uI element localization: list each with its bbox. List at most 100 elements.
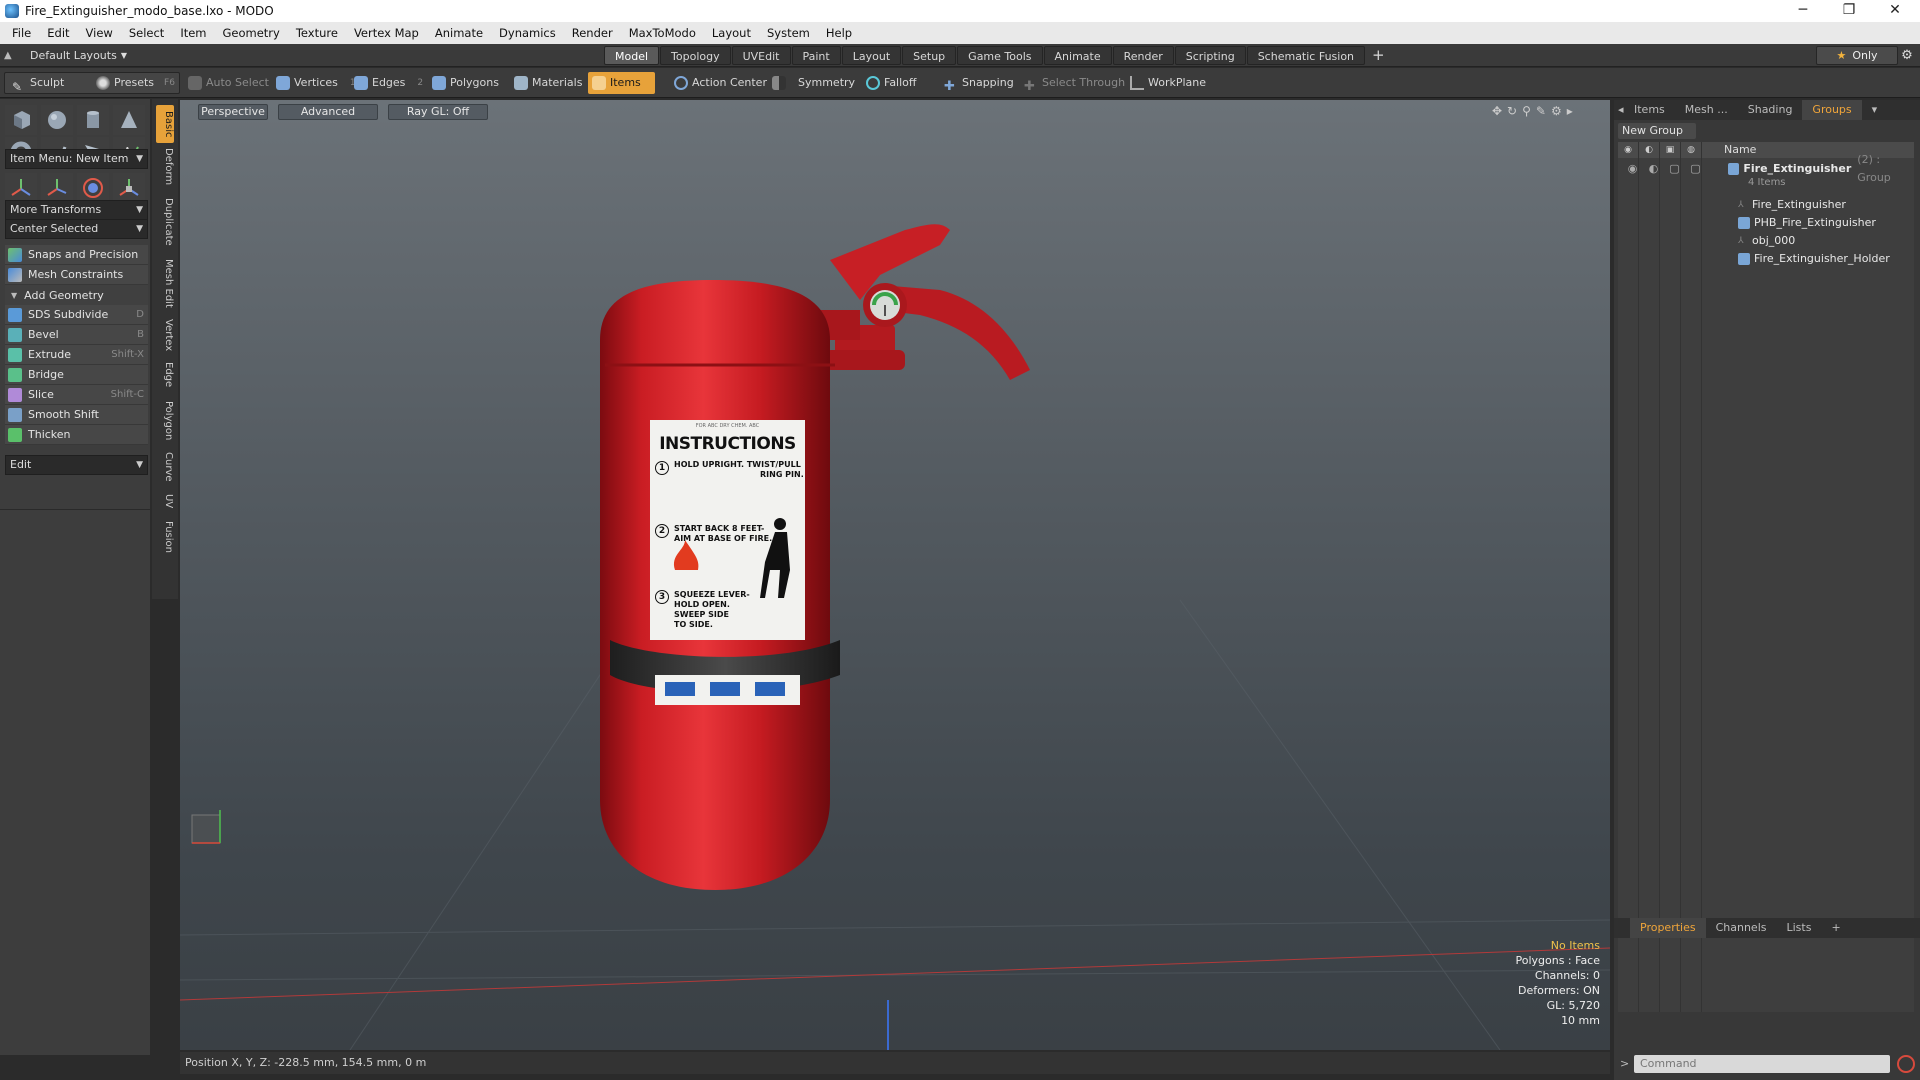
- tab-uvedit[interactable]: UVEdit: [731, 46, 791, 65]
- gear-icon[interactable]: ⚙: [1896, 46, 1918, 65]
- vertices-button[interactable]: Vertices 1: [272, 72, 356, 94]
- menu-vertex-map[interactable]: Vertex Map: [346, 26, 427, 40]
- menu-file[interactable]: File: [4, 26, 39, 40]
- menu-geometry[interactable]: Geometry: [215, 26, 288, 40]
- more-transforms-dropdown[interactable]: More Transforms ▼: [5, 200, 148, 220]
- tree-item-holder[interactable]: Fire_Extinguisher_Holder: [1738, 250, 1890, 268]
- render-column-icon[interactable]: ◐: [1639, 142, 1660, 158]
- select-toggle-icon[interactable]: ▢: [1685, 160, 1706, 178]
- tab-groups[interactable]: Groups: [1802, 100, 1862, 120]
- tab-mesh[interactable]: Mesh ...: [1675, 100, 1738, 120]
- only-button[interactable]: ★ Only: [1816, 46, 1898, 65]
- tab-setup[interactable]: Setup: [902, 46, 957, 65]
- tool-extrude[interactable]: Extrude Shift-X: [5, 345, 148, 365]
- menu-system[interactable]: System: [759, 26, 818, 40]
- cone-icon[interactable]: [113, 105, 145, 135]
- vtab-deform[interactable]: Deform: [156, 147, 174, 187]
- tab-paint[interactable]: Paint: [791, 46, 841, 65]
- tool-bridge[interactable]: Bridge: [5, 365, 148, 385]
- panel-menu-icon[interactable]: ◂: [1614, 100, 1624, 120]
- minimize-button[interactable]: ─: [1780, 0, 1826, 22]
- render-toggle-icon[interactable]: ◐: [1643, 160, 1664, 178]
- menu-edit[interactable]: Edit: [39, 26, 77, 40]
- transform-icon[interactable]: [113, 173, 145, 203]
- menu-animate[interactable]: Animate: [427, 26, 491, 40]
- edit-dropdown[interactable]: Edit ▼: [5, 455, 148, 475]
- items-button[interactable]: Items: [588, 72, 655, 94]
- menu-layout[interactable]: Layout: [704, 26, 759, 40]
- lock-toggle-icon[interactable]: ▢: [1664, 160, 1685, 178]
- visibility-column-icon[interactable]: ◉: [1618, 142, 1639, 158]
- snapping-button[interactable]: ✚ Snapping: [940, 72, 1014, 94]
- menu-view[interactable]: View: [78, 26, 121, 40]
- cube-icon[interactable]: [5, 105, 37, 135]
- tree-item-obj-000[interactable]: ⅄ obj_000: [1738, 232, 1795, 250]
- presets-button[interactable]: Presets F6: [92, 72, 175, 94]
- tab-game-tools[interactable]: Game Tools: [957, 46, 1043, 65]
- vtab-uv[interactable]: UV: [156, 491, 174, 511]
- add-geometry-section[interactable]: ▼ Add Geometry: [5, 285, 148, 305]
- maximize-button[interactable]: ❐: [1826, 0, 1872, 22]
- record-macro-icon[interactable]: [1897, 1055, 1915, 1073]
- tool-smooth-shift[interactable]: Smooth Shift: [5, 405, 148, 425]
- add-tab-button[interactable]: +: [1366, 46, 1391, 65]
- vtab-duplicate[interactable]: Duplicate: [156, 195, 174, 249]
- tabs-dropdown-icon[interactable]: ▾: [1862, 100, 1888, 120]
- lock-column-icon[interactable]: ▣: [1660, 142, 1681, 158]
- menu-texture[interactable]: Texture: [288, 26, 346, 40]
- menu-render[interactable]: Render: [564, 26, 621, 40]
- edges-button[interactable]: Edges 2: [350, 72, 423, 94]
- mesh-constraints-button[interactable]: Mesh Constraints: [5, 265, 148, 285]
- tree-item-fire-extinguisher[interactable]: ⅄ Fire_Extinguisher: [1738, 196, 1846, 214]
- menu-dynamics[interactable]: Dynamics: [491, 26, 564, 40]
- tab-model[interactable]: Model: [604, 46, 660, 65]
- sphere-icon[interactable]: [41, 105, 73, 135]
- command-input[interactable]: Command: [1634, 1055, 1890, 1073]
- tree-item-phb-fire-extinguisher[interactable]: PHB_Fire_Extinguisher: [1738, 214, 1876, 232]
- scale-icon[interactable]: [77, 173, 109, 203]
- new-group-button[interactable]: New Group: [1618, 123, 1696, 139]
- vtab-vertex[interactable]: Vertex: [156, 317, 174, 353]
- default-layouts-dropdown[interactable]: ▲ Default Layouts ▼: [4, 47, 127, 64]
- tool-thicken[interactable]: Thicken: [5, 425, 148, 445]
- auto-select-button[interactable]: Auto Select: [184, 72, 269, 94]
- workplane-button[interactable]: WorkPlane: [1126, 72, 1206, 94]
- eye-icon[interactable]: ◉: [1622, 160, 1643, 178]
- menu-select[interactable]: Select: [121, 26, 172, 40]
- add-panel-tab-button[interactable]: +: [1821, 918, 1850, 938]
- sculpt-button[interactable]: ✎ Sculpt: [8, 72, 64, 94]
- select-through-button[interactable]: ✚ Select Through: [1020, 72, 1125, 94]
- vtab-edge[interactable]: Edge: [156, 361, 174, 389]
- tool-slice[interactable]: Slice Shift-C: [5, 385, 148, 405]
- rotate-icon[interactable]: [41, 173, 73, 203]
- tab-animate[interactable]: Animate: [1043, 46, 1112, 65]
- tab-topology[interactable]: Topology: [660, 46, 731, 65]
- tool-sds-subdivide[interactable]: SDS Subdivide D: [5, 305, 148, 325]
- polygons-button[interactable]: Polygons: [428, 72, 499, 94]
- snaps-precision-button[interactable]: Snaps and Precision: [5, 245, 148, 265]
- menu-help[interactable]: Help: [818, 26, 860, 40]
- move-icon[interactable]: [5, 173, 37, 203]
- tab-schematic-fusion[interactable]: Schematic Fusion: [1246, 46, 1366, 65]
- tool-bevel[interactable]: Bevel B: [5, 325, 148, 345]
- vtab-mesh-edit[interactable]: Mesh Edit: [156, 255, 174, 311]
- tab-items[interactable]: Items: [1624, 100, 1675, 120]
- tab-layout[interactable]: Layout: [841, 46, 902, 65]
- tab-scripting[interactable]: Scripting: [1174, 46, 1246, 65]
- tab-properties[interactable]: Properties: [1630, 918, 1706, 938]
- vtab-curve[interactable]: Curve: [156, 451, 174, 483]
- 3d-viewport[interactable]: Perspective Advanced Ray GL: Off ✥↻⚲✎⚙▸: [180, 100, 1610, 1050]
- vtab-polygon[interactable]: Polygon: [156, 399, 174, 443]
- close-button[interactable]: ✕: [1872, 0, 1918, 22]
- tab-channels[interactable]: Channels: [1706, 918, 1777, 938]
- falloff-button[interactable]: Falloff: [862, 72, 916, 94]
- center-selected-dropdown[interactable]: Center Selected ▼: [5, 219, 148, 239]
- menu-item[interactable]: Item: [172, 26, 214, 40]
- action-center-button[interactable]: Action Center: [670, 72, 767, 94]
- vtab-fusion[interactable]: Fusion: [156, 519, 174, 555]
- vtab-basic[interactable]: Basic: [156, 105, 174, 143]
- materials-button[interactable]: Materials: [510, 72, 582, 94]
- tab-shading[interactable]: Shading: [1738, 100, 1803, 120]
- symmetry-button[interactable]: Symmetry: [768, 72, 855, 94]
- tab-render[interactable]: Render: [1112, 46, 1174, 65]
